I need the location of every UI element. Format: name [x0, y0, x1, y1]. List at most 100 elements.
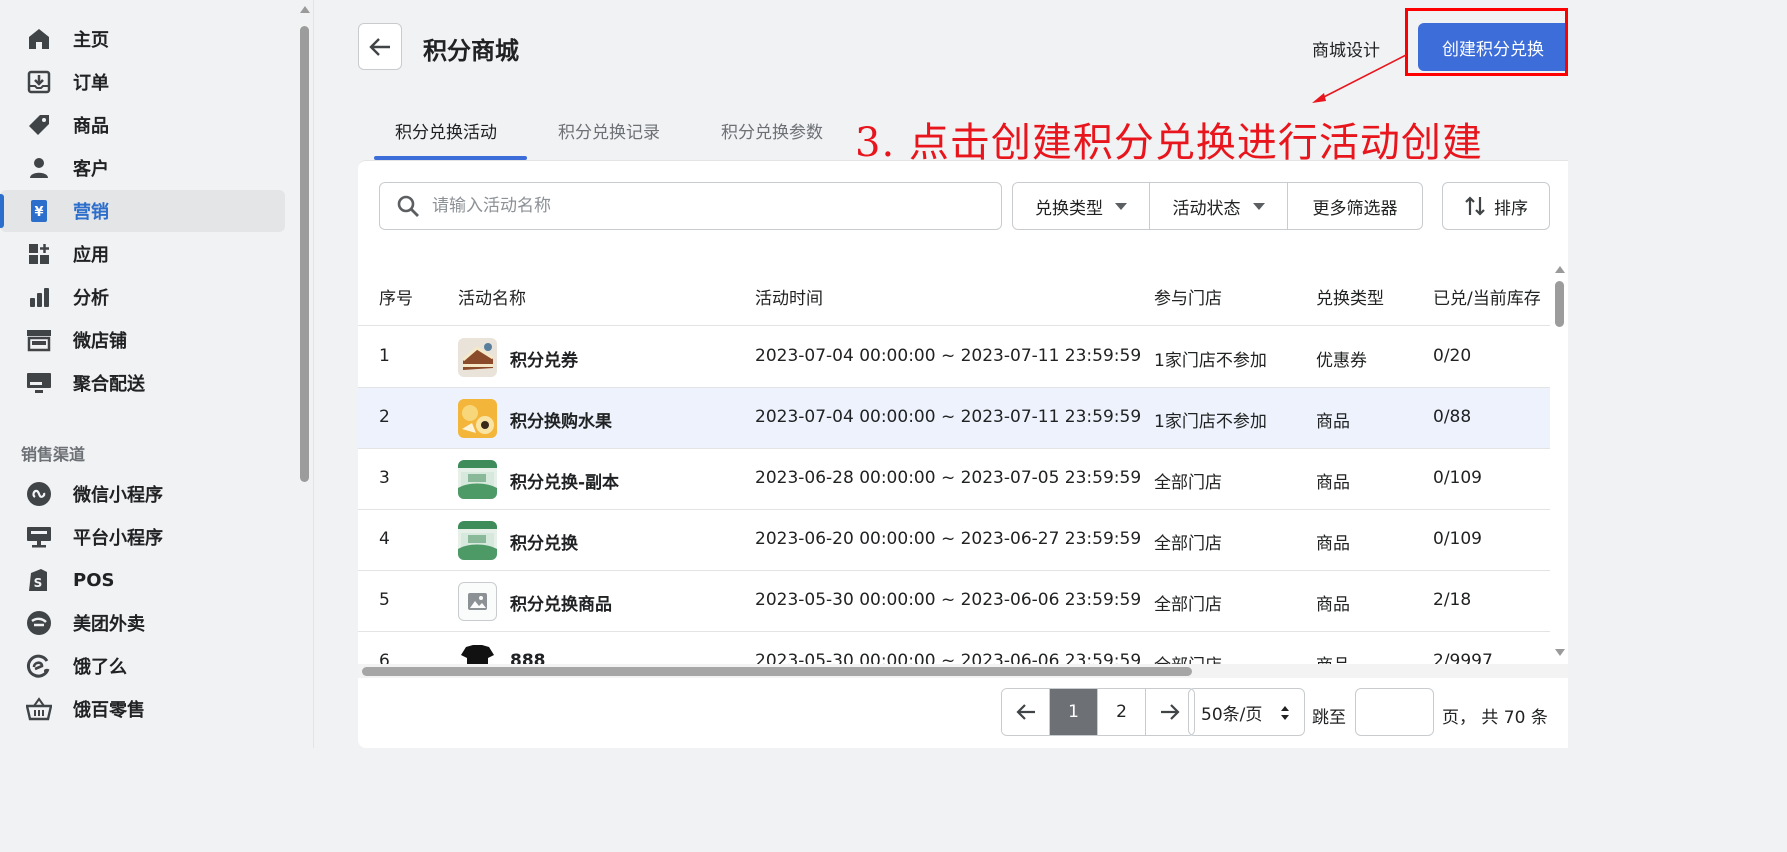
cell-name[interactable]: 888 — [510, 651, 546, 664]
wechat-mini-icon — [26, 481, 52, 507]
sidebar-item-platform-mini[interactable]: 平台小程序 — [0, 516, 285, 558]
search-box[interactable] — [379, 182, 1002, 230]
filter-activity-status[interactable]: 活动状态 — [1150, 183, 1288, 229]
cell-stores: 全部门店 — [1154, 473, 1222, 493]
sidebar-item-ebai[interactable]: 饿百零售 — [0, 688, 285, 730]
cell-name[interactable]: 积分兑换商品 — [510, 590, 612, 615]
store-icon — [26, 327, 52, 353]
table-row[interactable]: 3 积分兑换-副本 2023-06-28 00:00:00 ~ 2023-07-… — [358, 449, 1550, 510]
arrow-left-icon — [1015, 704, 1035, 720]
cell-index: 6 — [379, 651, 390, 664]
more-filters-button[interactable]: 更多筛选器 — [1288, 183, 1422, 229]
sidebar-item-label: 商品 — [73, 116, 109, 137]
horizontal-scroll-thumb[interactable] — [362, 667, 1192, 676]
sidebar-item-store[interactable]: 微店铺 — [0, 319, 285, 361]
sales-channels-title: 销售渠道 — [21, 445, 86, 464]
tab-exchange-params[interactable]: 积分兑换参数 — [721, 118, 823, 143]
scroll-up-arrow-icon[interactable] — [1555, 266, 1565, 273]
sidebar-item-eleme[interactable]: 饿了么 — [0, 645, 285, 687]
meituan-icon — [26, 610, 52, 636]
col-stock[interactable]: 已兑/当前库存 — [1433, 284, 1541, 309]
table-row[interactable]: 4 积分兑换 2023-06-20 00:00:00 ~ 2023-06-27 … — [358, 510, 1550, 571]
select-updown-icon — [1281, 706, 1289, 720]
back-button[interactable] — [358, 23, 402, 70]
col-name[interactable]: 活动名称 — [458, 284, 526, 309]
cell-type: 商品 — [1316, 595, 1350, 615]
tab-exchange-activities[interactable]: 积分兑换活动 — [395, 118, 497, 143]
filter-exchange-type-label: 兑换类型 — [1035, 198, 1103, 219]
annotation-arrow-icon — [1312, 54, 1407, 103]
sidebar-item-meituan[interactable]: 美团外卖 — [0, 602, 285, 644]
prev-page-button[interactable] — [1002, 689, 1050, 735]
table-row[interactable]: 5 积分兑换商品 2023-05-30 00:00:00 ~ 2023-06-0… — [358, 571, 1550, 632]
search-input[interactable] — [432, 193, 992, 219]
cell-stock: 2/18 — [1433, 590, 1472, 610]
sidebar-item-pos[interactable]: S POS — [0, 559, 285, 601]
col-stores[interactable]: 参与门店 — [1154, 284, 1222, 309]
pagination: 1 2 — [1001, 688, 1195, 736]
col-time[interactable]: 活动时间 — [755, 284, 823, 309]
table-row[interactable]: 1 积分兑券 2023-07-04 00:00:00 ~ 2023-07-11 … — [358, 327, 1550, 388]
sort-button[interactable]: 排序 — [1442, 182, 1550, 230]
page-button-1[interactable]: 1 — [1050, 689, 1098, 735]
cell-stock: 0/109 — [1433, 529, 1482, 549]
col-index[interactable]: 序号 — [379, 284, 413, 309]
cell-type: 商品 — [1316, 473, 1350, 493]
sidebar-item-label: 美团外卖 — [73, 614, 145, 635]
sidebar-item-wechat-mini[interactable]: 微信小程序 — [0, 473, 285, 515]
table-vertical-scrollbar[interactable] — [1552, 261, 1568, 661]
cell-name[interactable]: 积分兑券 — [510, 346, 578, 371]
cell-stores: 全部门店 — [1154, 595, 1222, 615]
sidebar-item-apps[interactable]: 应用 — [0, 233, 285, 275]
sidebar-item-orders[interactable]: 订单 — [0, 61, 285, 103]
sidebar-item-analytics[interactable]: 分析 — [0, 276, 285, 318]
next-page-button[interactable] — [1146, 689, 1194, 735]
sidebar-scroll-thumb[interactable] — [300, 26, 309, 482]
cell-name[interactable]: 积分兑换 — [510, 529, 578, 554]
cell-index: 4 — [379, 529, 390, 549]
cell-index: 1 — [379, 346, 390, 366]
cell-stores: 1家门店不参加 — [1154, 351, 1267, 371]
sidebar-item-customers[interactable]: 客户 — [0, 147, 285, 189]
cell-type: 商品 — [1316, 412, 1350, 432]
table-horizontal-scrollbar[interactable] — [358, 664, 1568, 678]
search-icon — [396, 194, 420, 222]
page-size-select[interactable]: 50条/页 — [1188, 688, 1305, 736]
cell-time: 2023-06-20 00:00:00 ~ 2023-06-27 23:59:5… — [755, 529, 1142, 549]
table-scroll-thumb[interactable] — [1555, 281, 1564, 327]
cell-type: 商品 — [1316, 534, 1350, 554]
scroll-up-arrow-icon[interactable] — [300, 6, 310, 13]
product-thumbnail-black — [458, 643, 497, 664]
cell-time: 2023-07-04 00:00:00 ~ 2023-07-11 23:59:5… — [755, 407, 1142, 427]
cell-index: 5 — [379, 590, 390, 610]
cell-time: 2023-06-28 00:00:00 ~ 2023-07-05 23:59:5… — [755, 468, 1142, 488]
page-title: 积分商城 — [423, 37, 519, 65]
filter-group: 兑换类型 活动状态 更多筛选器 — [1012, 182, 1423, 230]
cell-time: 2023-05-30 00:00:00 ~ 2023-06-06 23:59:5… — [755, 651, 1142, 664]
apps-icon — [26, 241, 52, 267]
caret-down-icon — [1252, 202, 1265, 210]
activity-list-card: 兑换类型 活动状态 更多筛选器 排序 序号 活动名称 活动时间 参与门店 兑换类… — [358, 160, 1568, 748]
filter-activity-status-label: 活动状态 — [1172, 198, 1241, 219]
table-row[interactable]: 2 积分换购水果 2023-07-04 00:00:00 ~ 2023-07-1… — [358, 388, 1550, 449]
tab-exchange-records[interactable]: 积分兑换记录 — [558, 118, 660, 143]
sidebar-item-home[interactable]: 主页 — [0, 18, 285, 60]
filter-exchange-type[interactable]: 兑换类型 — [1013, 183, 1150, 229]
sidebar-scrollbar[interactable] — [296, 0, 314, 748]
page-button-2[interactable]: 2 — [1098, 689, 1146, 735]
product-thumbnail-cake — [458, 338, 497, 377]
sidebar-item-marketing[interactable]: ¥ 营销 — [0, 190, 285, 232]
page-total-text: 页， 共 70 条 — [1442, 708, 1548, 728]
sidebar-item-products[interactable]: 商品 — [0, 104, 285, 146]
jump-page-input[interactable] — [1355, 688, 1434, 736]
marketing-icon: ¥ — [26, 198, 52, 224]
col-type[interactable]: 兑换类型 — [1316, 284, 1384, 309]
table-row[interactable]: 6 888 2023-05-30 00:00:00 ~ 2023-06-06 2… — [358, 632, 1550, 664]
cell-name[interactable]: 积分兑换-副本 — [510, 468, 619, 493]
eleme-icon — [26, 653, 52, 679]
scroll-down-arrow-icon[interactable] — [1555, 649, 1565, 656]
pos-icon: S — [26, 567, 52, 593]
cell-index: 3 — [379, 468, 390, 488]
sidebar-item-delivery[interactable]: 聚合配送 — [0, 362, 285, 404]
cell-name[interactable]: 积分换购水果 — [510, 407, 612, 432]
